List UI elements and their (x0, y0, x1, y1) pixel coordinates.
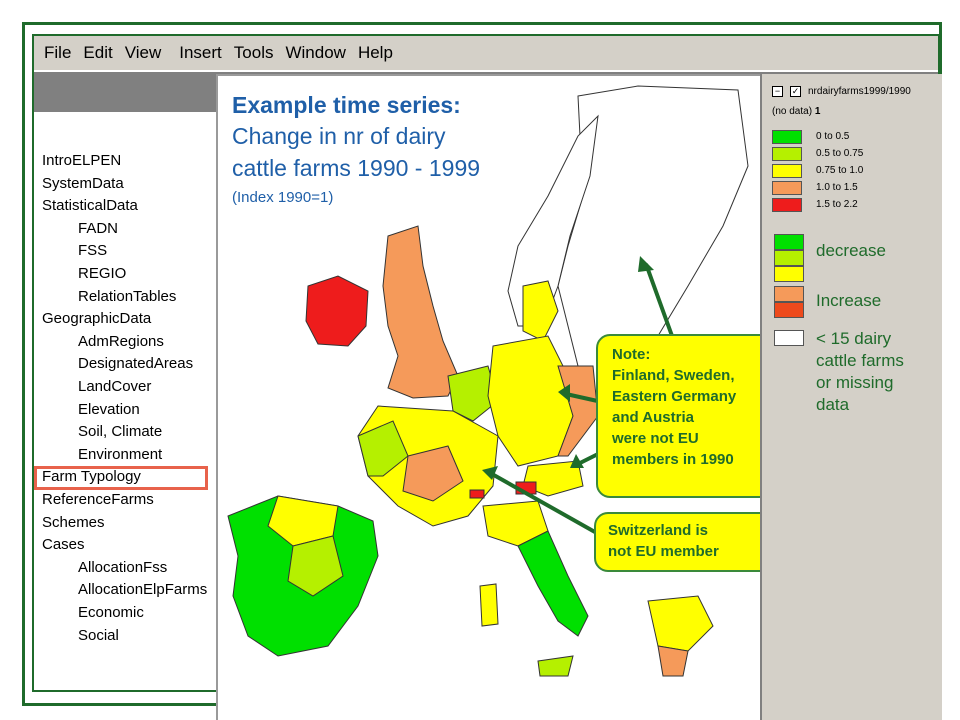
increase-swatch (774, 302, 804, 318)
switzerland-marker (469, 489, 485, 499)
no-data-text: (no data) (772, 106, 813, 117)
sidebar-item[interactable]: SystemData (42, 175, 124, 192)
legend-swatch (772, 181, 802, 195)
map-title-block: Example time series: Change in nr of dai… (232, 90, 480, 208)
missing-line: data (816, 395, 850, 414)
legend-swatch (772, 164, 802, 178)
decrease-swatch (774, 266, 804, 282)
legend-class-label: 0.75 to 1.0 (816, 165, 864, 176)
legend-swatch (772, 130, 802, 144)
sidebar-item[interactable]: Cases (42, 536, 85, 553)
great-britain-region (382, 225, 459, 399)
map-subtitle-line1: Change in nr of dairy (232, 123, 446, 149)
sidebar-item[interactable]: DesignatedAreas (78, 355, 193, 372)
sidebar-item[interactable]: LandCover (78, 378, 151, 395)
sicily-region (537, 655, 574, 677)
sidebar-item[interactable]: Soil, Climate (78, 423, 162, 440)
germany-region (487, 335, 574, 467)
menu-bar: File Edit View Insert Tools Window Help (34, 36, 938, 70)
ireland-region (305, 275, 369, 347)
legend-panel: − ✓ nrdairyfarms1999/1990 (no data) 1 0 … (760, 74, 942, 720)
sidebar-tree: IntroELPEN SystemData StatisticalData FADN F… (34, 112, 214, 690)
legend-class-label: 1.5 to 2.2 (816, 199, 858, 210)
menu-view[interactable]: View (125, 43, 162, 63)
sidebar-item[interactable]: Schemes (42, 514, 105, 531)
menu-window[interactable]: Window (285, 43, 345, 63)
decrease-swatch (774, 250, 804, 266)
sidebar-item[interactable]: Environment (78, 446, 162, 463)
map-index-note: (Index 1990=1) (232, 189, 334, 206)
legend-class-label: 0 to 0.5 (816, 131, 850, 142)
legend-swatch (772, 198, 802, 212)
sardinia-region (479, 583, 499, 627)
menu-help[interactable]: Help (358, 43, 393, 63)
sidebar-item[interactable]: IntroELPEN (42, 152, 121, 169)
menu-insert[interactable]: Insert (179, 43, 222, 63)
sidebar-item[interactable]: REGIO (78, 265, 126, 282)
decrease-swatch (774, 234, 804, 250)
no-data-value: 1 (814, 106, 821, 117)
layer-visibility-checkbox[interactable]: ✓ (790, 86, 801, 97)
missing-line: or missing (816, 373, 894, 392)
selected-item-highlight (34, 466, 208, 490)
increase-label: Increase (816, 291, 882, 310)
increase-swatch (774, 286, 804, 302)
menu-tools[interactable]: Tools (234, 43, 274, 63)
greece-region (647, 595, 714, 652)
sidebar-item[interactable]: Economic (78, 604, 144, 621)
sidebar-item[interactable]: FADN (78, 220, 118, 237)
menu-file[interactable]: File (44, 43, 71, 63)
legend-swatch (772, 147, 802, 161)
legend-class-label: 0.5 to 0.75 (816, 148, 864, 159)
greece-south-region (657, 645, 689, 677)
expand-toggle-icon[interactable]: − (772, 86, 783, 97)
sidebar-item[interactable]: StatisticalData (42, 197, 138, 214)
sidebar-item[interactable]: AllocationFss (78, 559, 167, 576)
map-title: Example time series: (232, 92, 461, 118)
no-data-label: (no data) 1 (772, 106, 820, 117)
italy-peninsula-region (517, 530, 589, 637)
sidebar-item[interactable]: FSS (78, 242, 107, 259)
sidebar-item[interactable]: Social (78, 627, 119, 644)
sidebar-item[interactable]: AllocationElpFarms (78, 581, 207, 598)
sidebar-item[interactable]: ReferenceFarms (42, 491, 154, 508)
missing-swatch (774, 330, 804, 346)
layer-name: nrdairyfarms1999/1990 (808, 86, 911, 97)
missing-label: < 15 dairy cattle farms or missing data (816, 328, 904, 416)
map-subtitle-line2: cattle farms 1990 - 1999 (232, 155, 481, 181)
sidebar-item[interactable]: GeographicData (42, 310, 151, 327)
legend-class-label: 1.0 to 1.5 (816, 182, 858, 193)
sidebar-item[interactable]: Elevation (78, 401, 140, 418)
missing-line: cattle farms (816, 351, 904, 370)
sidebar-item[interactable]: RelationTables (78, 288, 176, 305)
menu-edit[interactable]: Edit (83, 43, 112, 63)
sidebar-item[interactable]: AdmRegions (78, 333, 164, 350)
missing-line: < 15 dairy (816, 329, 892, 348)
decrease-label: decrease (816, 241, 886, 260)
